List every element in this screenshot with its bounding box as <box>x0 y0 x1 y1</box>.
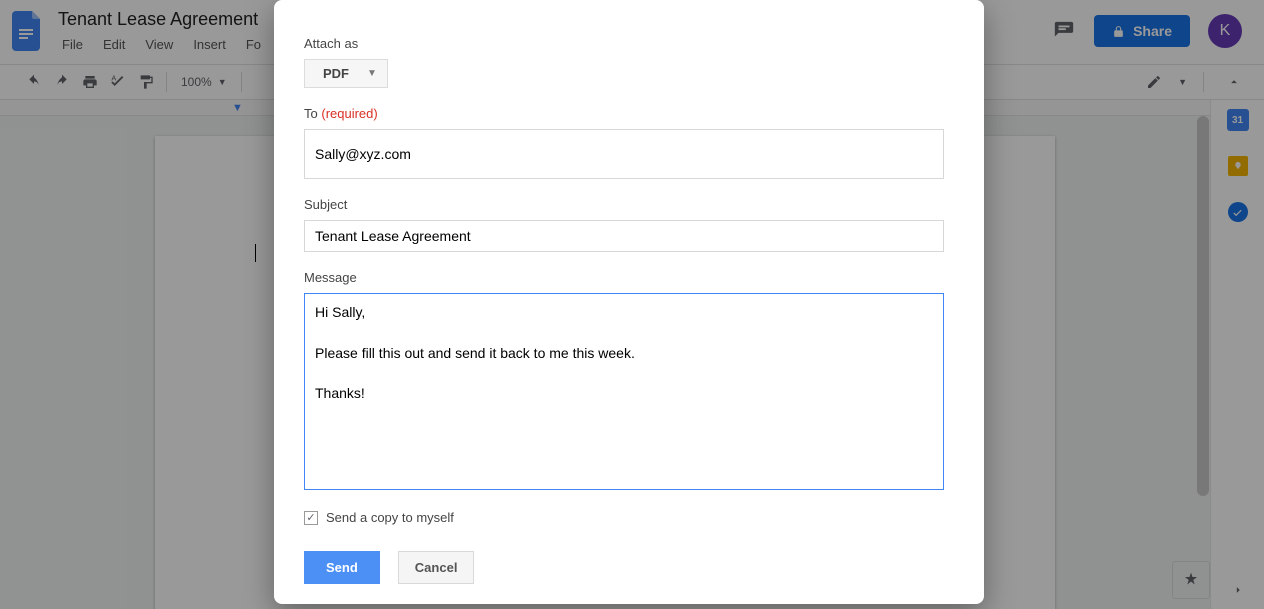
email-dialog: Attach as PDF ▼ To (required) Subject Me… <box>274 0 984 604</box>
chevron-down-icon: ▼ <box>367 68 377 79</box>
to-label: To (required) <box>304 106 944 121</box>
to-field[interactable] <box>304 129 944 179</box>
subject-field[interactable] <box>304 220 944 252</box>
message-label: Message <box>304 270 944 285</box>
send-copy-label: Send a copy to myself <box>326 510 454 525</box>
checkbox-icon[interactable]: ✓ <box>304 511 318 525</box>
dialog-content: Attach as PDF ▼ To (required) Subject Me… <box>304 36 944 604</box>
cancel-button[interactable]: Cancel <box>398 551 475 584</box>
attach-as-dropdown[interactable]: PDF ▼ <box>304 59 388 88</box>
message-field[interactable] <box>304 293 944 490</box>
send-button[interactable]: Send <box>304 551 380 584</box>
attach-as-label: Attach as <box>304 36 944 51</box>
required-indicator: (required) <box>321 106 377 121</box>
attach-as-value: PDF <box>323 66 349 81</box>
subject-label: Subject <box>304 197 944 212</box>
send-copy-checkbox-row[interactable]: ✓ Send a copy to myself <box>304 510 944 525</box>
